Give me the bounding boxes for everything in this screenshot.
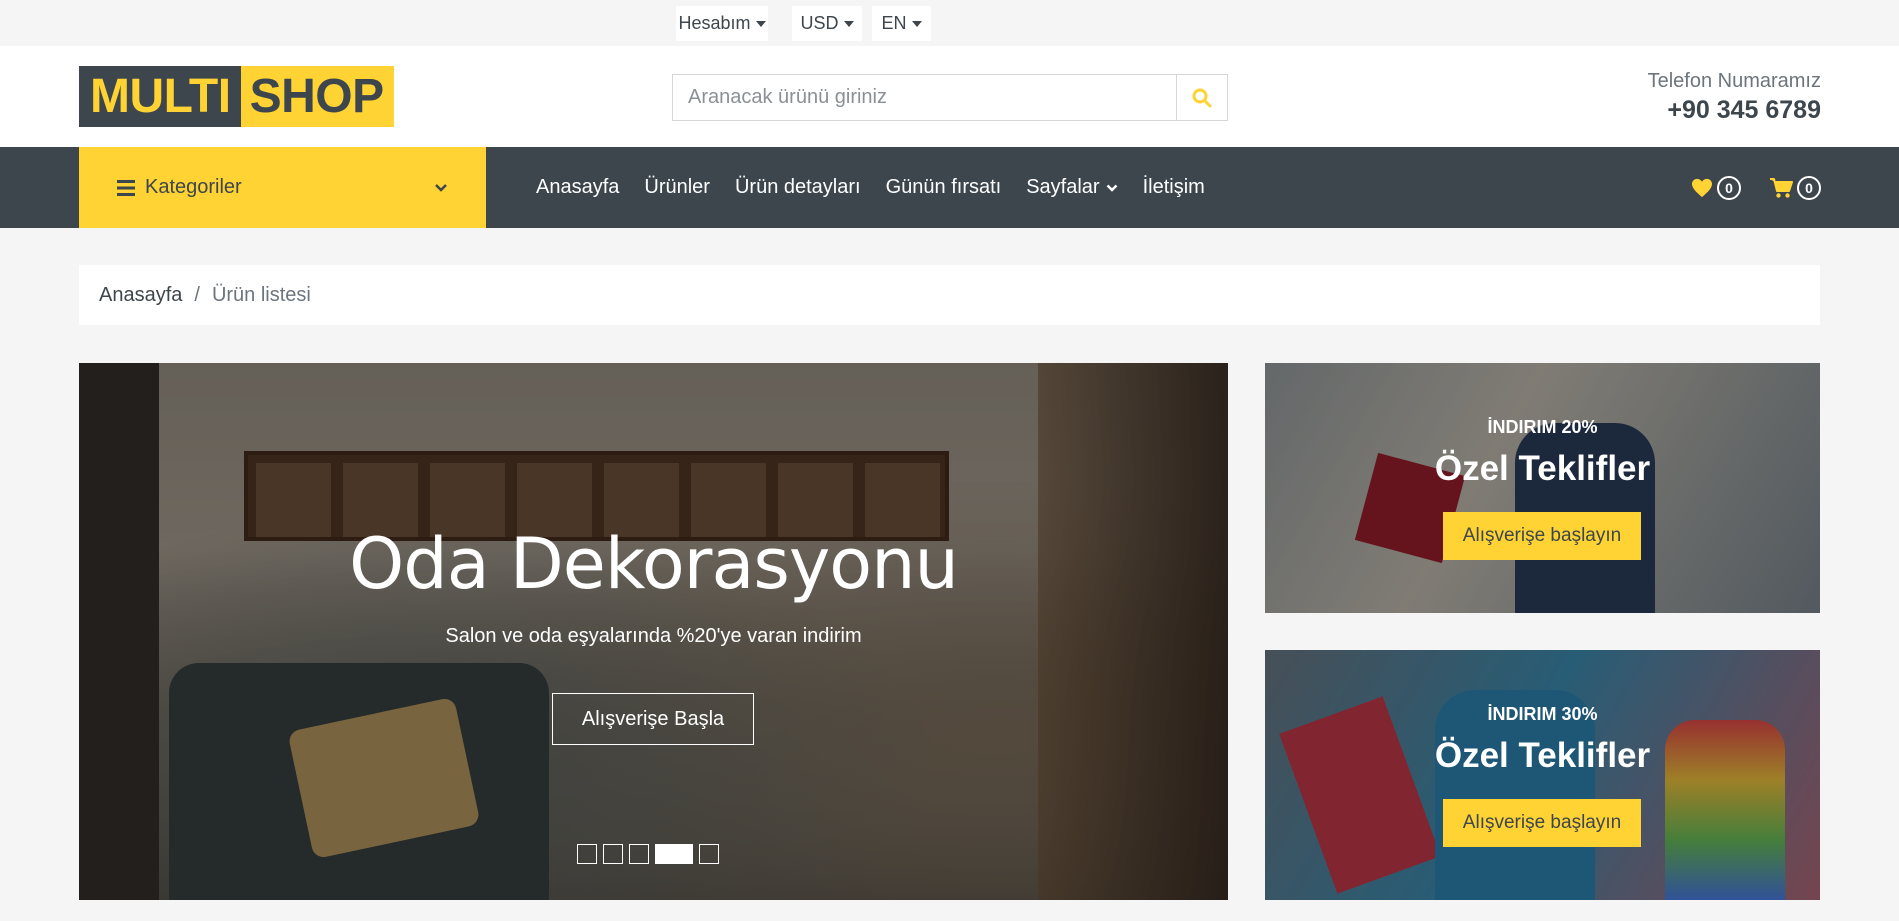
currency-dropdown-label: USD — [800, 13, 839, 33]
hero-carousel: Oda Dekorasyonu Salon ve oda eşyalarında… — [79, 363, 1228, 900]
wishlist-button[interactable]: 0 — [1691, 175, 1741, 200]
search-input[interactable] — [673, 75, 1176, 120]
phone-number: +90 345 6789 — [1667, 96, 1821, 124]
categories-toggle[interactable]: Kategoriler — [79, 147, 486, 228]
breadcrumb: Anasayfa / Ürün listesi — [79, 265, 1820, 325]
hero-title: Oda Dekorasyonu — [349, 523, 959, 605]
offer-card-1: İNDIRIM 20% Özel Teklifler Alışverişe ba… — [1265, 363, 1820, 613]
breadcrumb-separator: / — [194, 283, 200, 306]
site-header: MULTI SHOP Telefon Numaramız +90 345 678… — [0, 46, 1899, 147]
nav-link-pages-label: Sayfalar — [1026, 176, 1100, 198]
nav-link-products[interactable]: Ürünler — [644, 176, 710, 199]
nav-icons: 0 0 — [1691, 147, 1821, 228]
breadcrumb-home[interactable]: Anasayfa — [99, 284, 182, 307]
chevron-down-icon — [435, 183, 447, 192]
caret-down-icon — [911, 20, 922, 27]
search-icon — [1192, 88, 1212, 107]
heart-icon — [1692, 178, 1712, 197]
cart-button[interactable]: 0 — [1769, 175, 1821, 200]
carousel-dot-2[interactable] — [603, 844, 623, 864]
offer-discount: İNDIRIM 20% — [1487, 417, 1598, 437]
top-bar: Hesabım USD EN — [0, 0, 1899, 46]
contact-phone: Telefon Numaramız +90 345 6789 — [1648, 68, 1821, 126]
breadcrumb-current: Ürün listesi — [211, 283, 311, 306]
hero-shop-button[interactable]: Alışverişe Başla — [552, 693, 754, 745]
phone-label: Telefon Numaramız — [1647, 70, 1821, 92]
offer-shop-button[interactable]: Alışverişe başlayın — [1443, 512, 1641, 560]
offer-card-2: İNDIRIM 30% Özel Teklifler Alışverişe ba… — [1265, 650, 1820, 900]
caret-down-icon — [755, 20, 766, 27]
shopping-cart-icon — [1770, 177, 1793, 198]
carousel-dot-4[interactable] — [655, 844, 693, 864]
offer-title: Özel Teklifler — [1434, 449, 1651, 488]
main-navbar: Kategoriler Anasayfa Ürünler Ürün detayl… — [0, 147, 1899, 228]
nav-link-contact[interactable]: İletişim — [1143, 176, 1205, 199]
cart-count-badge: 0 — [1797, 175, 1821, 200]
hero-subtitle: Salon ve oda eşyalarında %20'ye varan in… — [445, 625, 862, 647]
search-button[interactable] — [1176, 75, 1227, 120]
nav-links: Anasayfa Ürünler Ürün detayları Günün fı… — [536, 147, 1205, 228]
caret-down-icon — [843, 20, 854, 27]
currency-dropdown[interactable]: USD — [792, 6, 862, 41]
account-dropdown[interactable]: Hesabım — [676, 6, 768, 41]
search-bar — [672, 74, 1228, 121]
carousel-dot-1[interactable] — [577, 844, 597, 864]
nav-link-deal-of-day[interactable]: Günün fırsatı — [886, 176, 1002, 199]
chevron-down-icon — [1106, 184, 1117, 192]
offer-shop-button[interactable]: Alışverişe başlayın — [1443, 799, 1641, 847]
nav-link-home[interactable]: Anasayfa — [536, 176, 619, 199]
menu-icon — [117, 179, 135, 196]
offer-title: Özel Teklifler — [1434, 736, 1651, 775]
nav-link-product-details[interactable]: Ürün detayları — [735, 176, 861, 199]
offer-discount: İNDIRIM 30% — [1487, 704, 1598, 724]
logo-part-2: SHOP — [240, 66, 394, 127]
carousel-indicators — [577, 844, 719, 864]
nav-link-pages[interactable]: Sayfalar — [1026, 176, 1117, 199]
language-dropdown-label: EN — [881, 13, 907, 33]
carousel-dot-5[interactable] — [699, 844, 719, 864]
carousel-dot-3[interactable] — [629, 844, 649, 864]
account-dropdown-label: Hesabım — [678, 13, 751, 33]
language-dropdown[interactable]: EN — [872, 6, 931, 41]
site-logo[interactable]: MULTI SHOP — [79, 66, 394, 127]
logo-part-1: MULTI — [79, 66, 241, 127]
wishlist-count-badge: 0 — [1717, 175, 1741, 200]
categories-label: Kategoriler — [145, 176, 242, 198]
